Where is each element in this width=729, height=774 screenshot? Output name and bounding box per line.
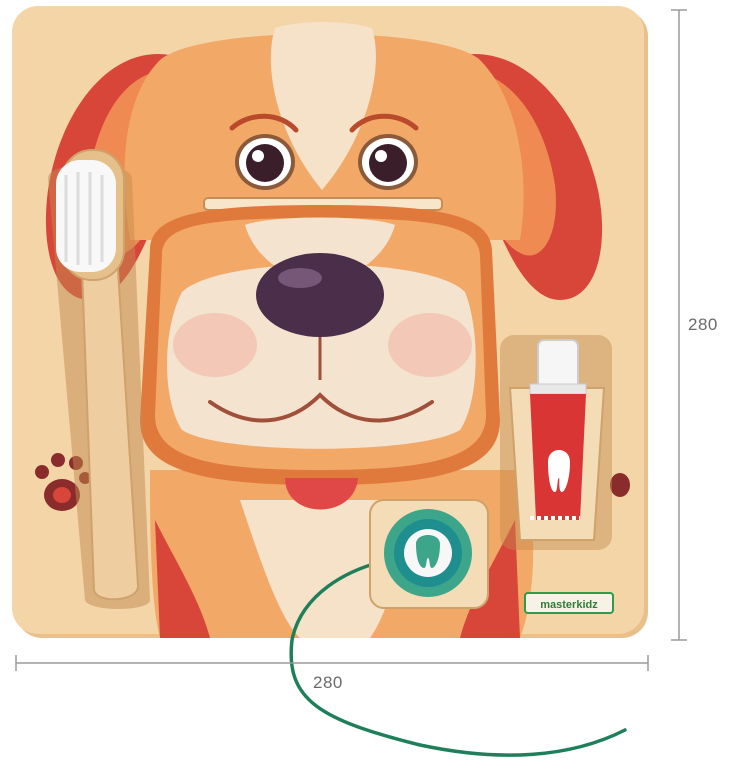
- floss-piece[interactable]: [369, 499, 489, 609]
- height-dimension-line: [671, 9, 687, 641]
- height-dimension-label: 280: [688, 315, 718, 334]
- width-dimension-label: 280: [313, 673, 343, 692]
- width-dimension-line: [15, 655, 649, 671]
- fabric-muzzle[interactable]: [140, 205, 500, 485]
- paw-print-icon: [610, 473, 630, 497]
- toy-puzzle-scene: [12, 6, 687, 757]
- brand-logo: masterkidz: [524, 592, 614, 614]
